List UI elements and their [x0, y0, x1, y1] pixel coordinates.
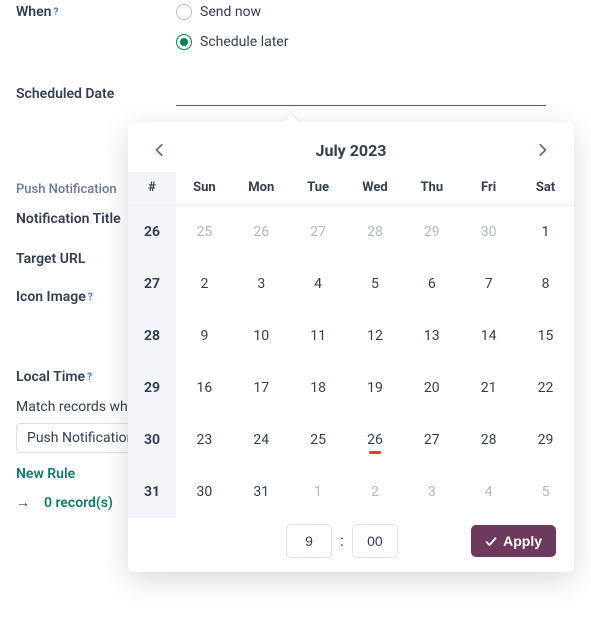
calendar-day[interactable]: 23 [176, 414, 233, 466]
week-number-cell: 26 [128, 206, 176, 258]
calendar-day[interactable]: 29 [517, 414, 574, 466]
calendar-day[interactable]: 5 [347, 258, 404, 310]
calendar-day[interactable]: 21 [460, 362, 517, 414]
apply-button[interactable]: Apply [471, 525, 556, 557]
calendar-day[interactable]: 4 [290, 258, 347, 310]
help-icon[interactable]: ? [88, 292, 93, 303]
calendar-day[interactable]: 10 [233, 310, 290, 362]
hour-input[interactable] [286, 524, 332, 558]
calendar-day[interactable]: 29 [403, 206, 460, 258]
calendar-day[interactable]: 25 [176, 206, 233, 258]
prev-month-button[interactable] [150, 140, 170, 160]
help-icon[interactable]: ? [87, 372, 92, 383]
chevron-left-icon [153, 143, 167, 157]
help-icon[interactable]: ? [53, 7, 58, 18]
week-number-cell: 27 [128, 258, 176, 310]
week-number-cell: 29 [128, 362, 176, 414]
calendar-day[interactable]: 17 [233, 362, 290, 414]
weekday-header: Sun [176, 172, 233, 206]
calendar-table: #SunMonTueWedThuFriSat 26252627282930127… [128, 172, 574, 518]
calendar-day[interactable]: 3 [233, 258, 290, 310]
scheduled-date-input[interactable] [176, 84, 546, 106]
calendar-day[interactable]: 15 [517, 310, 574, 362]
local-time-label: Local Time [16, 369, 85, 385]
weekday-header: Mon [233, 172, 290, 206]
arrow-right-icon: → [16, 494, 30, 511]
calendar-day[interactable]: 27 [403, 414, 460, 466]
calendar-day[interactable]: 11 [290, 310, 347, 362]
week-number-cell: 28 [128, 310, 176, 362]
weekday-header: Sat [517, 172, 574, 206]
scheduled-date-label: Scheduled Date [16, 86, 114, 102]
calendar-day[interactable]: 16 [176, 362, 233, 414]
calendar-day[interactable]: 26 [347, 414, 404, 466]
calendar-day[interactable]: 31 [233, 466, 290, 518]
calendar-day[interactable]: 13 [403, 310, 460, 362]
calendar-day[interactable]: 8 [517, 258, 574, 310]
calendar-day[interactable]: 30 [176, 466, 233, 518]
time-separator: : [340, 531, 344, 550]
radio-schedule-later-label: Schedule later [200, 34, 288, 50]
radio-circle-icon [176, 4, 192, 20]
calendar-day[interactable]: 2 [176, 258, 233, 310]
weekday-header: Fri [460, 172, 517, 206]
calendar-day[interactable]: 24 [233, 414, 290, 466]
check-icon [485, 535, 497, 547]
week-number-cell: 30 [128, 414, 176, 466]
calendar-day[interactable]: 1 [517, 206, 574, 258]
radio-send-now[interactable]: Send now [176, 0, 288, 24]
calendar-day[interactable]: 1 [290, 466, 347, 518]
radio-circle-checked-icon [176, 34, 192, 50]
calendar-day[interactable]: 22 [517, 362, 574, 414]
calendar-day[interactable]: 20 [403, 362, 460, 414]
calendar-day[interactable]: 6 [403, 258, 460, 310]
minute-input[interactable] [352, 524, 398, 558]
calendar-day[interactable]: 27 [290, 206, 347, 258]
calendar-day[interactable]: 9 [176, 310, 233, 362]
records-count-link[interactable]: 0 record(s) [44, 495, 113, 511]
calendar-day[interactable]: 5 [517, 466, 574, 518]
when-label: When [16, 4, 51, 20]
next-month-button[interactable] [532, 140, 552, 160]
calendar-day[interactable]: 30 [460, 206, 517, 258]
calendar-day[interactable]: 25 [290, 414, 347, 466]
rule-field-select[interactable]: Push Notification [16, 423, 145, 453]
radio-schedule-later[interactable]: Schedule later [176, 30, 288, 54]
calendar-day[interactable]: 3 [403, 466, 460, 518]
week-number-header: # [128, 172, 176, 206]
date-picker-popover: July 2023 #SunMonTueWedThuFriSat 2625262… [128, 122, 574, 572]
icon-image-label: Icon Image [16, 289, 86, 305]
calendar-day[interactable]: 14 [460, 310, 517, 362]
new-rule-link[interactable]: New Rule [16, 466, 75, 482]
calendar-day[interactable]: 2 [347, 466, 404, 518]
chevron-right-icon [535, 143, 549, 157]
week-number-cell: 31 [128, 466, 176, 518]
apply-button-label: Apply [503, 533, 542, 549]
calendar-day[interactable]: 28 [347, 206, 404, 258]
calendar-day[interactable]: 26 [233, 206, 290, 258]
calendar-day[interactable]: 7 [460, 258, 517, 310]
calendar-day[interactable]: 28 [460, 414, 517, 466]
calendar-day[interactable]: 4 [460, 466, 517, 518]
month-label: July 2023 [316, 141, 387, 160]
weekday-header: Wed [347, 172, 404, 206]
radio-send-now-label: Send now [200, 4, 261, 20]
weekday-header: Tue [290, 172, 347, 206]
calendar-day[interactable]: 19 [347, 362, 404, 414]
calendar-day[interactable]: 18 [290, 362, 347, 414]
calendar-day[interactable]: 12 [347, 310, 404, 362]
weekday-header: Thu [403, 172, 460, 206]
time-selector: : [286, 524, 398, 558]
